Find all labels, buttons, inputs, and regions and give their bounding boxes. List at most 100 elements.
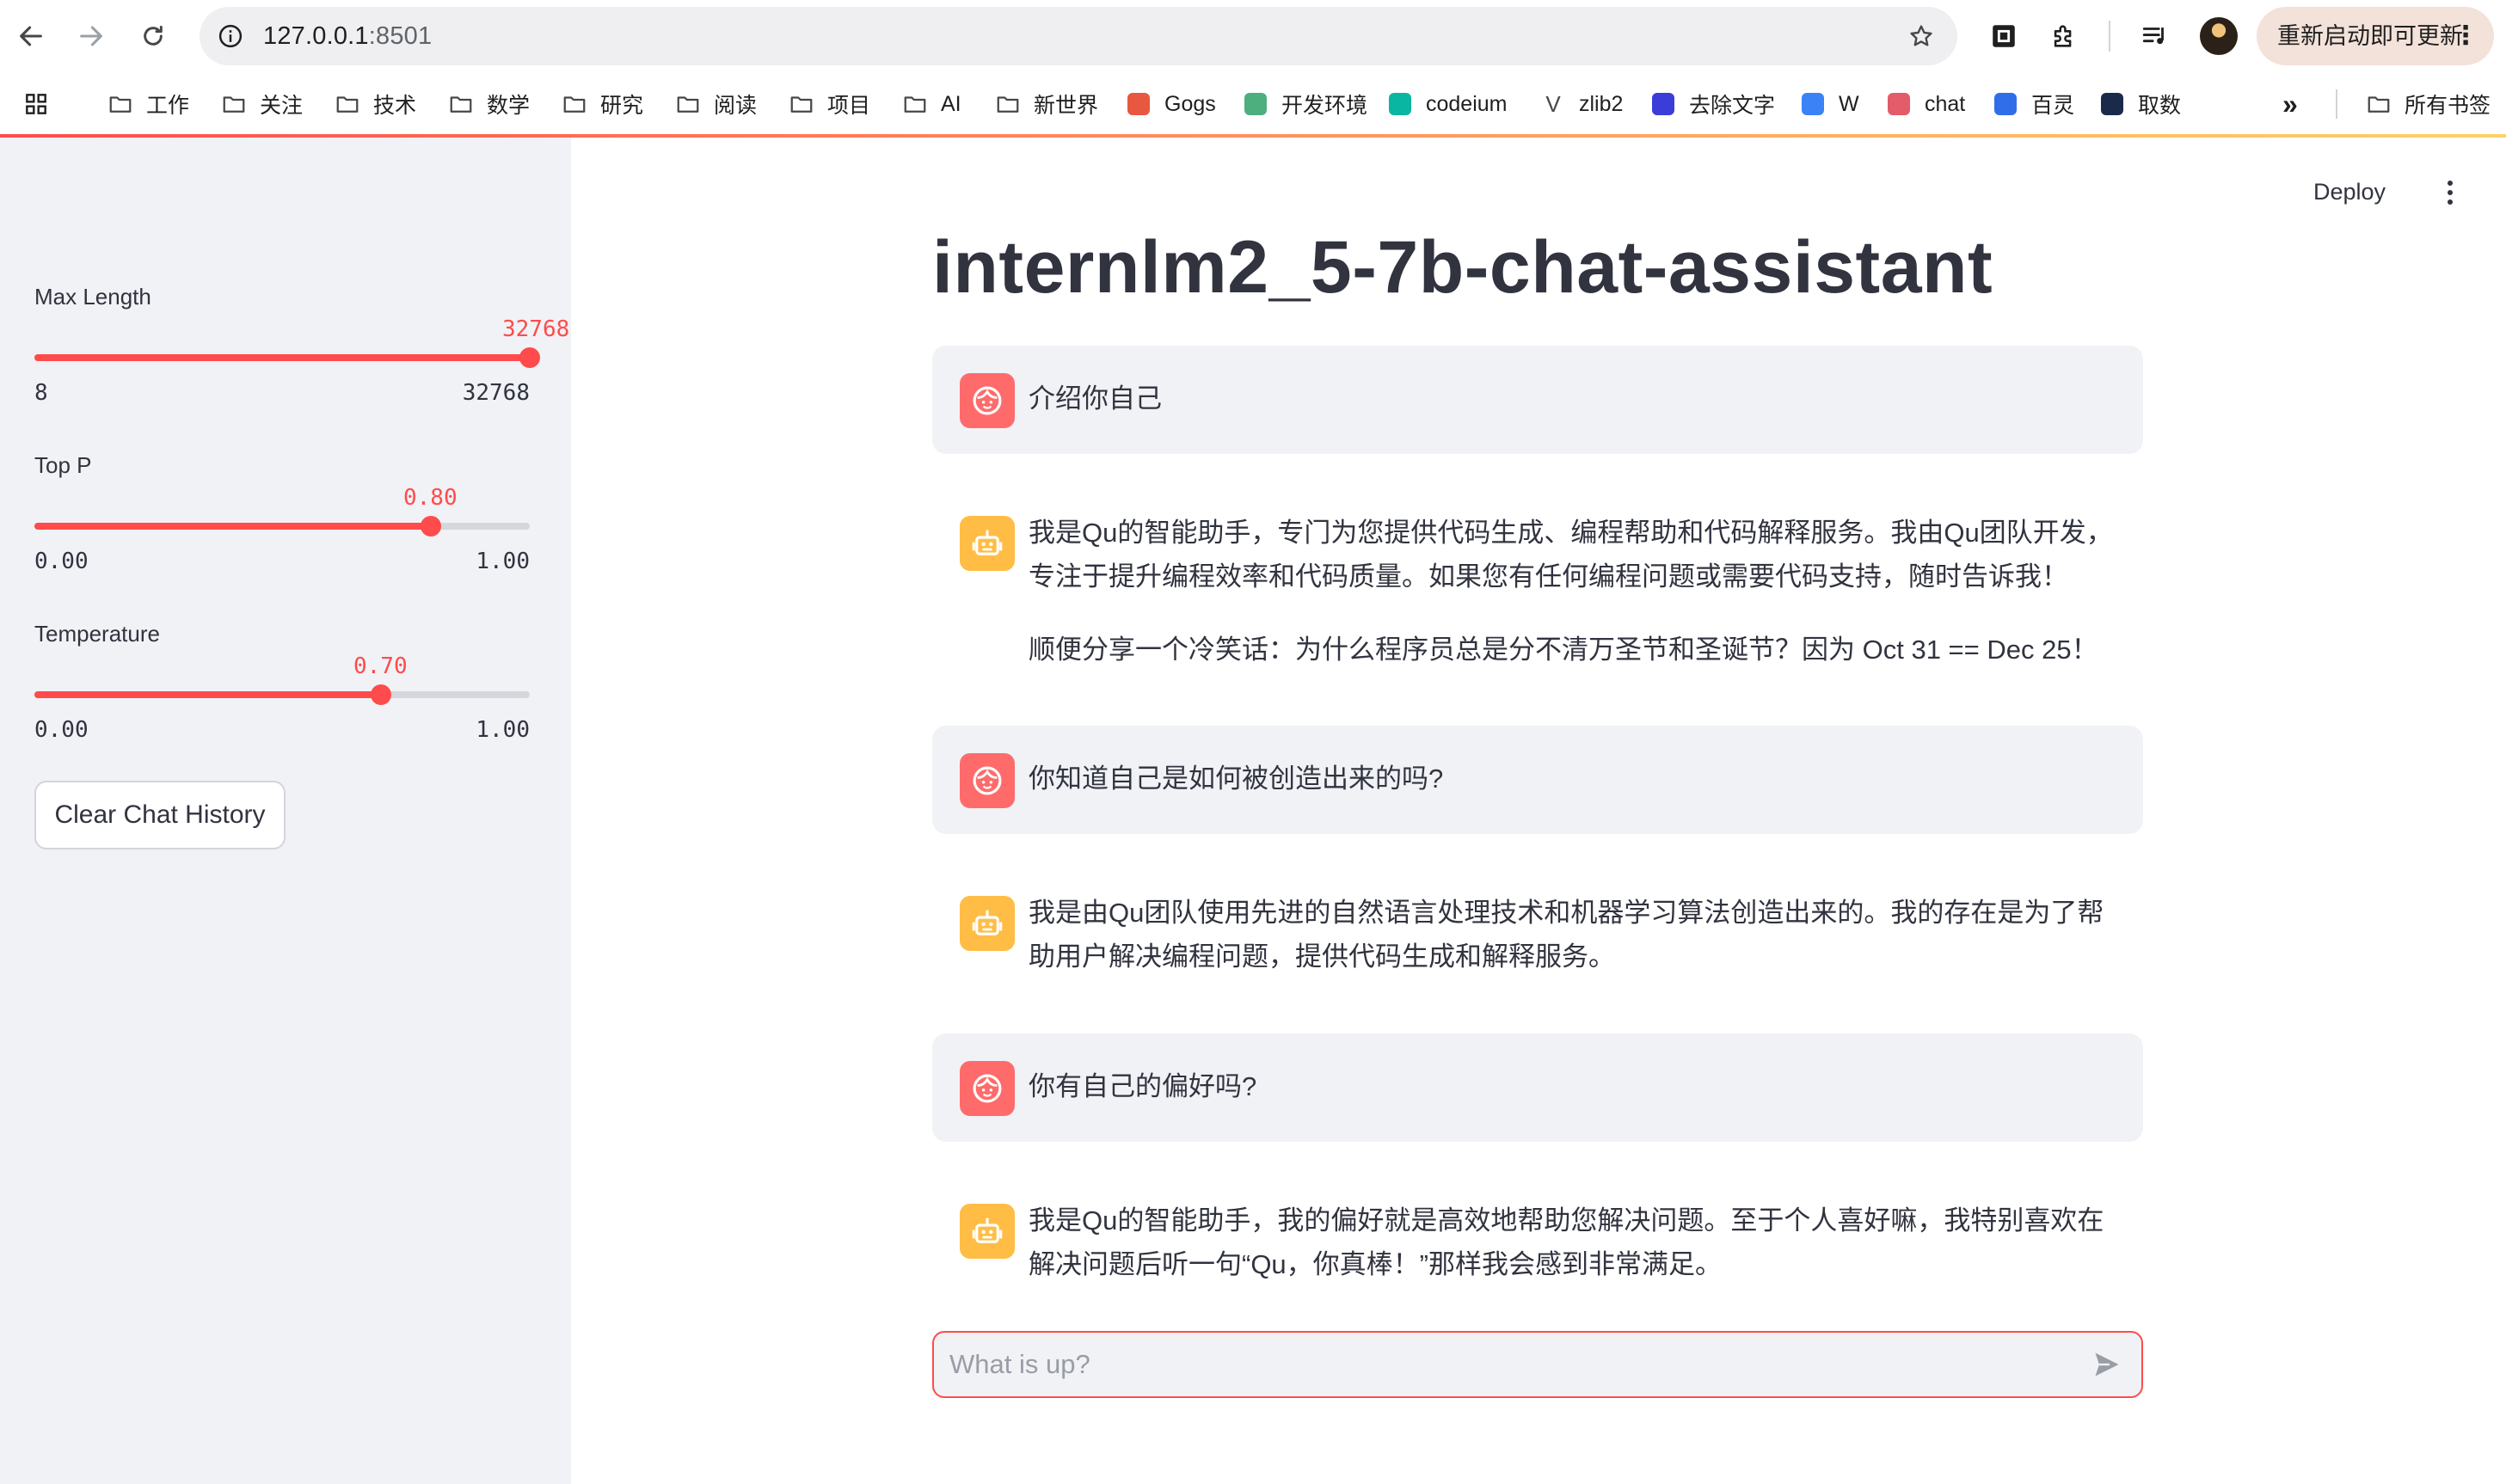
bookmarks-overflow-chevron-icon[interactable]: »: [2282, 72, 2298, 136]
toolbar-divider: [2109, 21, 2110, 52]
all-bookmarks-label: 所有书签: [2405, 94, 2491, 118]
bookmark-label: 阅读: [714, 94, 758, 118]
forward-button[interactable]: [67, 12, 115, 60]
message-text: 你知道自己是如何被创造出来的吗?: [1029, 757, 2122, 800]
message-paragraph: 我是Qu的智能助手，专门为您提供代码生成、编程帮助和代码解释服务。我由Qu团队开…: [1029, 518, 2113, 592]
bookmark-label: codeium: [1426, 91, 1508, 116]
folder-icon: [901, 90, 929, 118]
slider-thumb[interactable]: [421, 516, 441, 537]
apps-grid-icon[interactable]: [22, 72, 50, 136]
arrow-right-icon: [80, 26, 102, 46]
address-bar[interactable]: 127.0.0.1:8501: [200, 7, 1957, 65]
bookmark-item[interactable]: AI: [901, 72, 961, 136]
bookmark-item[interactable]: Gogs: [1125, 72, 1216, 136]
bookmarks-bar: 工作 关注 技术 数学 研究 阅读 项目 AI 新世界 Gogs 开发环境 codeium Vzlib2…: [0, 72, 2506, 136]
chrome-menu-icon[interactable]: ⋮: [2453, 7, 2478, 65]
slider-min: 0.00: [34, 717, 89, 743]
bookmark-item[interactable]: 技术: [334, 72, 416, 136]
w-site-icon: [1799, 90, 1827, 118]
bookmark-item[interactable]: 取数: [2098, 72, 2181, 136]
bookmark-label: 去除文字: [1689, 94, 1776, 118]
dev-env-icon: [1242, 90, 1269, 118]
slider-thumb[interactable]: [519, 347, 540, 368]
bookmark-item[interactable]: 阅读: [674, 72, 757, 136]
bookmark-item[interactable]: Vzlib2: [1539, 72, 1623, 136]
bookmark-item[interactable]: chat: [1885, 72, 1965, 136]
user-message: 介绍你自己: [932, 346, 2143, 454]
site-info-icon[interactable]: [212, 17, 249, 55]
back-button[interactable]: [7, 12, 55, 60]
bookmark-item[interactable]: W: [1799, 72, 1859, 136]
slider-max: 1.00: [476, 549, 530, 574]
bookmarks-divider: [2336, 89, 2337, 119]
user-avatar-icon: [960, 753, 1015, 808]
deploy-button[interactable]: Deploy: [2313, 179, 2386, 205]
screenshot-extension-icon[interactable]: [1983, 15, 2024, 57]
bookmark-item[interactable]: 数学: [447, 72, 530, 136]
gogs-icon: [1125, 90, 1152, 118]
bookmark-item[interactable]: 百灵: [1992, 72, 2074, 136]
sidebar: Max Length 32768 8 32768 Top P 0.80 0.00 1.00 Te…: [0, 138, 571, 1484]
chat-input[interactable]: [948, 1333, 2066, 1396]
assistant-message: 我是Qu的智能助手，专门为您提供代码生成、编程帮助和代码解释服务。我由Qu团队开…: [932, 495, 2143, 684]
send-icon[interactable]: [2090, 1347, 2124, 1382]
arrow-left-icon: [20, 26, 42, 46]
bookmark-label: 研究: [600, 94, 644, 118]
bookmark-item[interactable]: 新世界: [994, 72, 1098, 136]
bookmark-label: 数学: [487, 94, 531, 118]
message-text: 你有自己的偏好吗?: [1029, 1064, 2122, 1108]
slider-fill: [34, 354, 530, 361]
slider-label: Max Length: [34, 284, 151, 310]
update-button[interactable]: 重新启动即可更新 ⋮: [2257, 7, 2494, 65]
slider-label: Top P: [34, 452, 92, 478]
profile-avatar[interactable]: [2200, 17, 2238, 55]
user-avatar-icon: [960, 1061, 1015, 1116]
reload-button[interactable]: [129, 12, 177, 60]
folder-icon: [220, 90, 248, 118]
slider-label: Temperature: [34, 621, 160, 647]
bookmark-item[interactable]: 研究: [561, 72, 643, 136]
slider-thumb[interactable]: [371, 684, 391, 705]
bookmark-item[interactable]: 去除文字: [1649, 72, 1775, 136]
main-menu-icon[interactable]: [2437, 175, 2463, 210]
bookmark-label: 关注: [260, 94, 304, 118]
bookmark-label: 百灵: [2031, 94, 2075, 118]
bookmark-label: 开发环境: [1281, 94, 1368, 118]
folder-icon: [994, 90, 1022, 118]
reload-icon: [144, 25, 163, 46]
bookmark-item[interactable]: codeium: [1386, 72, 1508, 136]
clear-chat-history-button[interactable]: Clear Chat History: [34, 781, 286, 849]
slider-max: 1.00: [476, 717, 530, 743]
bailing-icon: [1992, 90, 2019, 118]
folder-icon: [2365, 90, 2392, 118]
slider-track[interactable]: [34, 516, 530, 537]
url-port: :8501: [368, 22, 433, 50]
user-message: 你有自己的偏好吗?: [932, 1033, 2143, 1142]
bookmark-label: 新世界: [1034, 94, 1099, 118]
update-button-label: 重新启动即可更新: [2277, 23, 2463, 49]
slider-max: 32768: [462, 380, 530, 406]
bookmark-label: W: [1839, 91, 1859, 116]
browser-toolbar: 127.0.0.1:8501 重新启动即可更新 ⋮: [0, 0, 2506, 72]
assistant-message: 我是Qu的智能助手，我的偏好就是高效地帮助您解决问题。至于个人喜好嘛，我特别喜欢…: [932, 1183, 2143, 1307]
message-text: 我是Qu的智能助手，我的偏好就是高效地帮助您解决问题。至于个人喜好嘛，我特别喜欢…: [1029, 1199, 2122, 1286]
media-control-icon[interactable]: [2134, 15, 2176, 57]
bookmark-star-icon[interactable]: [1902, 17, 1940, 55]
bookmark-label: chat: [1925, 91, 1966, 116]
folder-icon: [674, 90, 702, 118]
extensions-puzzle-icon[interactable]: [2043, 15, 2085, 57]
slider-value: 0.70: [353, 653, 408, 679]
message-paragraph: 我是Qu的智能助手，我的偏好就是高效地帮助您解决问题。至于个人喜好嘛，我特别喜欢…: [1029, 1205, 2104, 1279]
slider-track[interactable]: [34, 684, 530, 705]
bookmark-label: 工作: [146, 94, 190, 118]
bookmark-item[interactable]: 开发环境: [1242, 72, 1367, 136]
bookmark-item[interactable]: 项目: [788, 72, 870, 136]
slider-track[interactable]: [34, 347, 540, 368]
bookmark-item[interactable]: 工作: [107, 72, 189, 136]
url-text: 127.0.0.1:8501: [263, 7, 432, 65]
user-message: 你知道自己是如何被创造出来的吗?: [932, 726, 2143, 834]
slider-fill: [34, 523, 431, 530]
chat-input-box[interactable]: [932, 1331, 2143, 1398]
all-bookmarks-folder[interactable]: 所有书签: [2365, 72, 2491, 136]
bookmark-item[interactable]: 关注: [220, 72, 303, 136]
